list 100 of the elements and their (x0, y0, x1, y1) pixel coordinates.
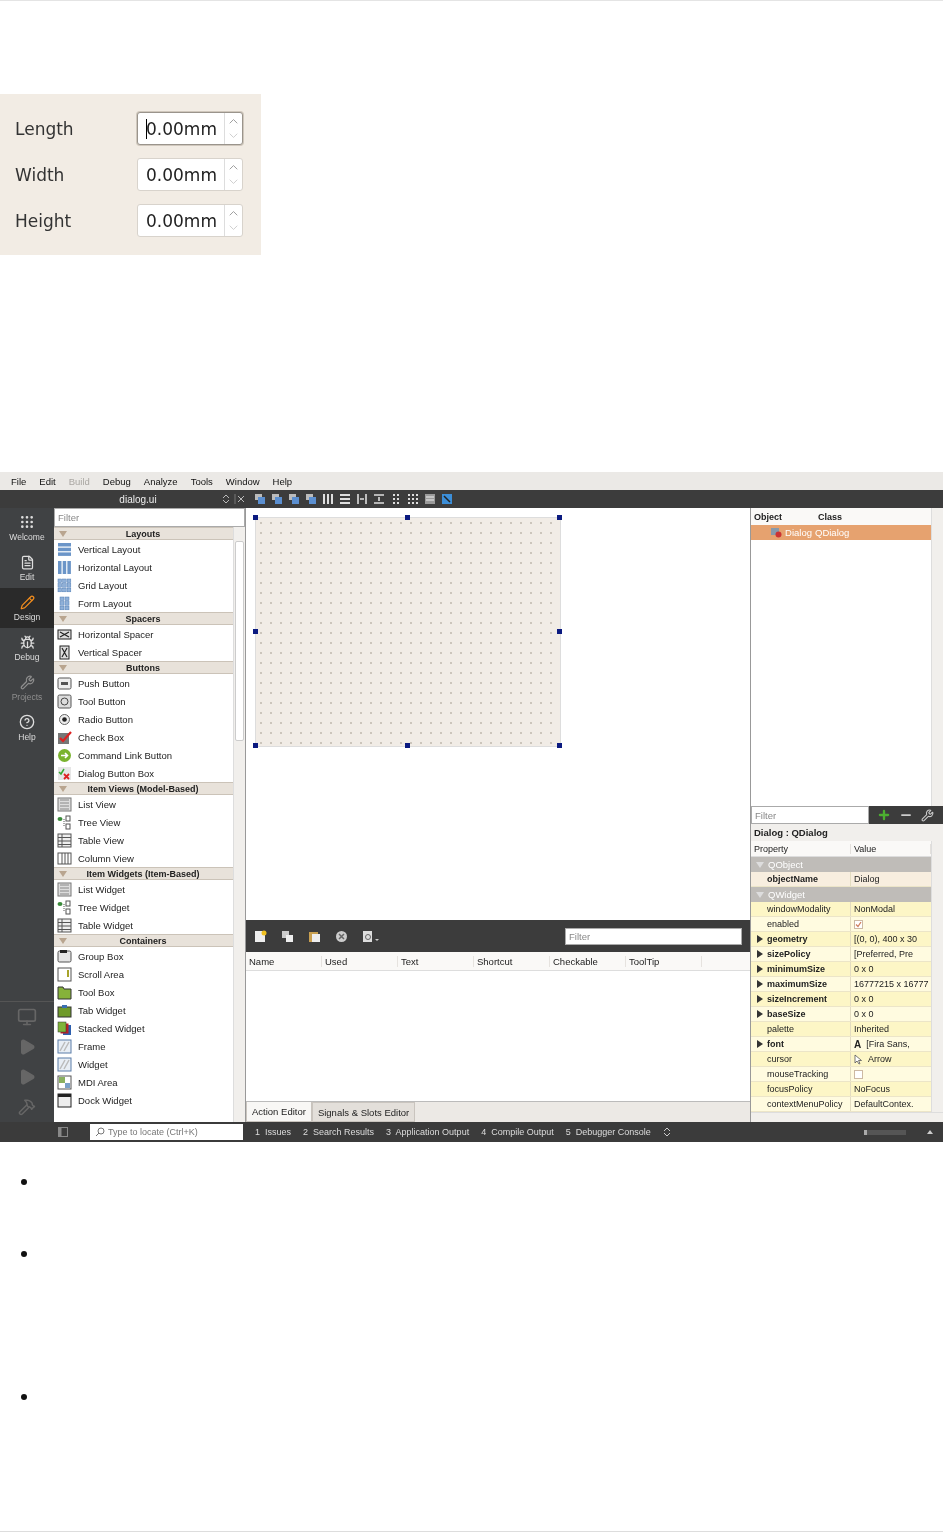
widget-item[interactable]: Group Box (78, 950, 124, 962)
new-document-icon[interactable] (254, 929, 267, 943)
tab[interactable]: Signals & Slots Editor (311, 1102, 416, 1122)
menu-item[interactable]: Tools (185, 475, 218, 487)
filter-field[interactable]: Filter (751, 806, 869, 824)
split-columns-icon[interactable] (356, 493, 368, 505)
resize-handle[interactable] (405, 743, 410, 748)
widget-item[interactable]: Scroll Area (78, 968, 124, 980)
window-stack-icon[interactable] (254, 493, 266, 505)
menu-item[interactable]: Debug (97, 475, 136, 487)
rows-icon[interactable] (339, 493, 351, 505)
dots-icon[interactable] (390, 493, 402, 505)
checkbox[interactable] (854, 1069, 863, 1079)
expand-arrow-icon[interactable] (756, 1040, 764, 1048)
tab[interactable]: Action Editor (246, 1102, 312, 1122)
sidebar-toggle-icon[interactable] (58, 1127, 68, 1137)
widget-item[interactable]: Frame (78, 1040, 106, 1052)
filter-field[interactable]: Filter (54, 508, 245, 527)
resize-handle[interactable] (557, 629, 562, 634)
widget-item[interactable]: List View (78, 798, 116, 810)
add-icon[interactable] (877, 808, 891, 822)
column-header[interactable]: Object (751, 511, 815, 522)
category-header[interactable]: Spacers (54, 612, 233, 625)
columns-icon[interactable] (322, 493, 334, 505)
mode-button[interactable]: Welcome (0, 508, 54, 548)
column-header[interactable]: Class (815, 511, 931, 522)
column-header[interactable]: Shortcut (474, 955, 550, 967)
menu-item[interactable]: Analyze (138, 475, 183, 487)
widget-item[interactable]: Radio Button (78, 713, 133, 725)
sort-arrows-icon[interactable] (662, 1127, 671, 1137)
spin-box[interactable]: 0.00mm (137, 204, 243, 237)
scroll-bar[interactable] (233, 527, 245, 1122)
document-menu-icon[interactable] (362, 929, 380, 943)
spin-box[interactable]: 0.00mm (137, 112, 243, 145)
widget-item[interactable]: Vertical Spacer (78, 646, 142, 658)
close-icon[interactable] (234, 494, 246, 504)
output-pane-button[interactable]: 3 Application Output (380, 1127, 476, 1137)
widget-item[interactable]: Check Box (78, 731, 124, 743)
widget-item[interactable]: Dialog Button Box (78, 767, 155, 779)
output-pane-button[interactable]: 1 Issues (249, 1127, 298, 1137)
sort-arrows-icon[interactable] (222, 494, 230, 504)
widget-item[interactable]: Tree View (78, 816, 121, 828)
resize-icon[interactable] (441, 493, 453, 505)
widget-item[interactable]: Horizontal Spacer (78, 628, 154, 640)
wrench-icon[interactable] (921, 808, 934, 822)
resize-handle[interactable] (405, 515, 410, 520)
widget-item[interactable]: Horizontal Layout (78, 561, 152, 573)
window-stack-icon[interactable] (271, 493, 283, 505)
category-header[interactable]: Item Views (Model-Based) (54, 782, 233, 795)
window-stack-icon[interactable] (288, 493, 300, 505)
widget-item[interactable]: Table Widget (78, 919, 133, 931)
widget-item[interactable]: Grid Layout (78, 579, 128, 591)
output-pane-button[interactable]: 2 Search Results (297, 1127, 381, 1137)
scroll-bar[interactable] (931, 841, 943, 1112)
filter-field[interactable]: Filter (565, 927, 742, 945)
widget-item[interactable]: Push Button (78, 677, 130, 689)
column-header[interactable]: Property (751, 843, 851, 854)
mode-button[interactable]: Design (0, 588, 54, 628)
widget-item[interactable]: Command Link Button (78, 749, 172, 761)
widget-item[interactable]: Tool Box (78, 986, 115, 998)
resize-handle[interactable] (557, 515, 562, 520)
widget-item[interactable]: Dock Widget (78, 1094, 132, 1106)
split-rows-icon[interactable] (373, 493, 385, 505)
category-header[interactable]: Containers (54, 934, 233, 947)
output-pane-button[interactable]: 5 Debugger Console (559, 1127, 657, 1137)
column-header[interactable]: ToolTip (626, 955, 702, 967)
form-icon[interactable] (424, 493, 436, 505)
resize-handle[interactable] (253, 629, 258, 634)
mode-button[interactable]: Edit (0, 548, 54, 588)
spin-box[interactable]: 0.00mm (137, 158, 243, 191)
column-header[interactable]: Checkable (550, 955, 626, 967)
caret-up-icon[interactable] (926, 1129, 934, 1135)
copy-icon[interactable] (281, 929, 294, 943)
widget-item[interactable]: Table View (78, 834, 124, 846)
menu-item[interactable]: File (6, 475, 32, 487)
widget-item[interactable]: Tree Widget (78, 901, 130, 913)
widget-item[interactable]: Tool Button (78, 695, 126, 707)
column-header[interactable]: Used (322, 955, 398, 967)
mode-button[interactable]: Debug (0, 628, 54, 668)
widget-item[interactable]: Form Layout (78, 597, 132, 609)
widget-item[interactable]: List Widget (78, 883, 125, 895)
window-stack-icon[interactable] (305, 493, 317, 505)
locate-field[interactable]: Type to locate (Ctrl+K) (90, 1124, 243, 1140)
resize-handle[interactable] (253, 515, 258, 520)
widget-item[interactable]: Widget (78, 1058, 108, 1070)
widget-item[interactable]: Tab Widget (78, 1004, 126, 1016)
resize-handle[interactable] (557, 743, 562, 748)
document-selector[interactable]: dialog.ui (54, 493, 222, 505)
scroll-bar[interactable] (931, 508, 943, 806)
widget-item[interactable]: MDI Area (78, 1076, 118, 1088)
widget-item[interactable]: Column View (78, 852, 134, 864)
column-header[interactable]: Name (246, 955, 322, 967)
checkbox[interactable] (854, 919, 863, 929)
menu-item[interactable]: Edit (34, 475, 61, 487)
category-header[interactable]: Layouts (54, 527, 233, 540)
output-pane-button[interactable]: 4 Compile Output (475, 1127, 560, 1137)
menu-item[interactable]: Help (267, 475, 298, 487)
horizontal-scroll-bar[interactable] (751, 1112, 943, 1122)
delete-icon[interactable] (335, 929, 348, 943)
clipboard-icon[interactable] (308, 929, 321, 943)
